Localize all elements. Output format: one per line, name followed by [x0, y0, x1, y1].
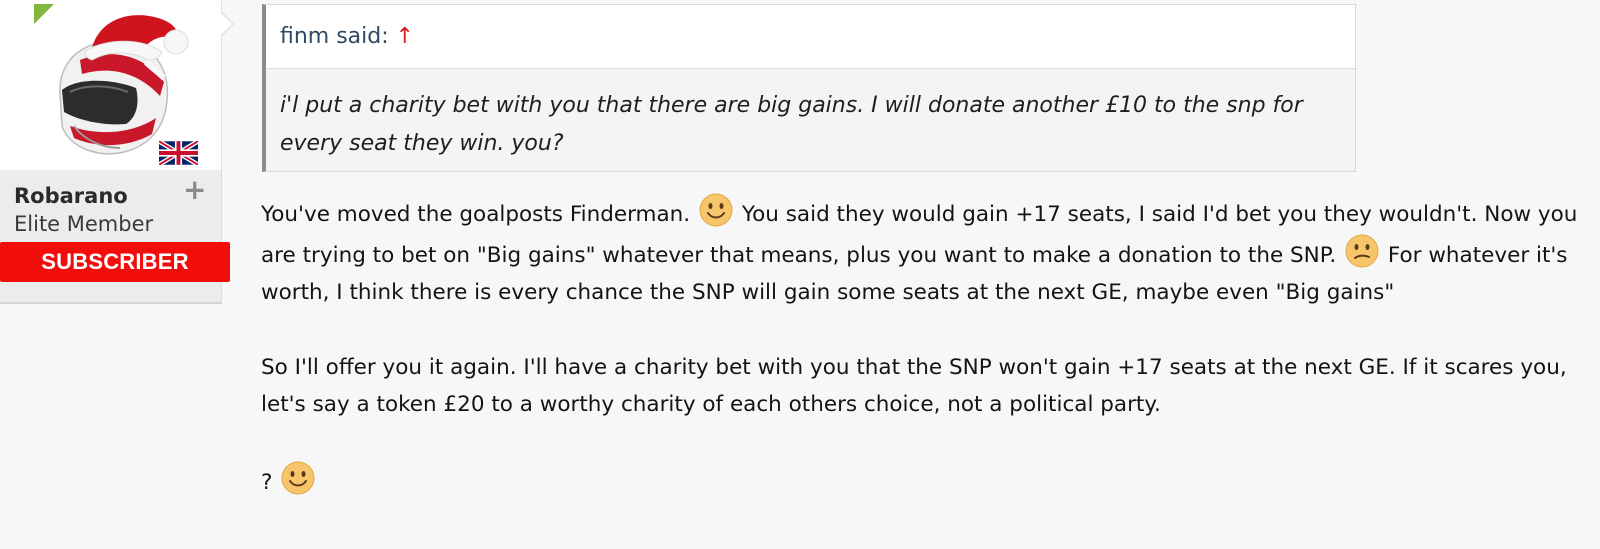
post-paragraph: ? [261, 461, 1591, 502]
post-paragraph: You've moved the goalposts Finderman. Yo… [261, 193, 1591, 312]
message-pointer-fill [220, 12, 232, 36]
user-card: Robarano + Elite Member SUBSCRIBER [0, 0, 230, 304]
user-info: Robarano + Elite Member SUBSCRIBER [0, 170, 230, 304]
quote-header: finm said: ↑ [266, 5, 1355, 69]
post-body: You've moved the goalposts Finderman. Yo… [261, 193, 1591, 501]
username[interactable]: Robarano [14, 184, 128, 208]
subscriber-badge: SUBSCRIBER [0, 242, 230, 282]
quote-author[interactable]: finm said: [280, 24, 389, 49]
avatar[interactable] [0, 0, 222, 170]
post-paragraph: So I'll offer you it again. I'll have a … [261, 354, 1567, 418]
plus-icon[interactable]: + [183, 176, 206, 204]
uk-flag-icon [159, 141, 198, 165]
quote-text: i'l put a charity bet with you that ther… [280, 93, 1303, 156]
smile-icon [699, 193, 733, 227]
post-text: ? [261, 469, 273, 495]
user-title: Elite Member [14, 212, 154, 236]
post-text: You've moved the goalposts Finderman. [261, 202, 691, 227]
jump-to-quote-icon[interactable]: ↑ [396, 24, 414, 49]
confused-icon [1345, 234, 1379, 267]
helmet-avatar-icon [59, 15, 189, 155]
quote-block: finm said: ↑ i'l put a charity bet with … [262, 4, 1356, 172]
smile-icon [281, 461, 315, 494]
